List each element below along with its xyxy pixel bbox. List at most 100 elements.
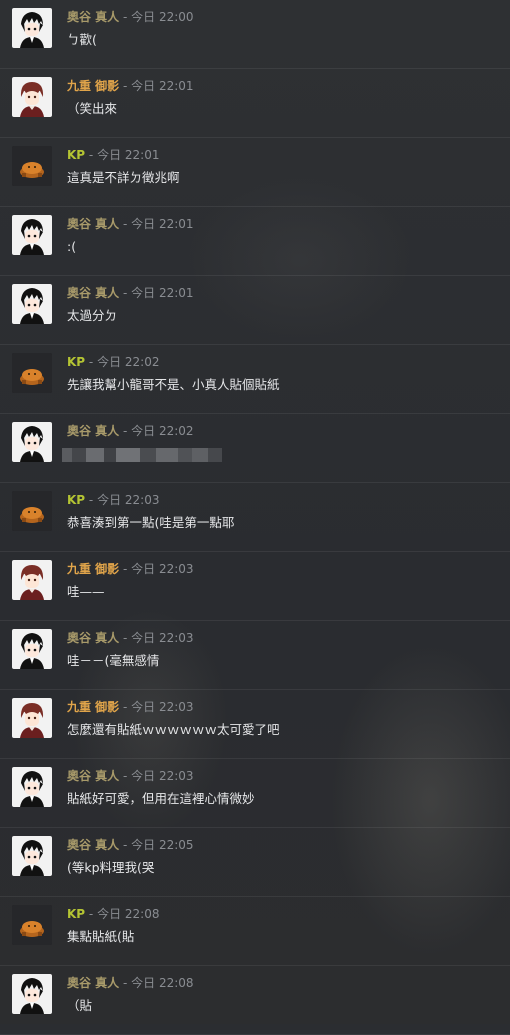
message-header: KP - 今日 22:08 <box>67 906 159 922</box>
timestamp: 今日 22:02 <box>131 424 194 438</box>
message-text: ㄅ歡( <box>67 32 97 47</box>
message-header: KP - 今日 22:02 <box>67 354 159 370</box>
avatar-kp[interactable] <box>12 491 52 531</box>
message-text: 恭喜湊到第一點(哇是第一點耶 <box>67 515 235 530</box>
message: 奧谷 真人 - 今日 22:05 (等kp料理我(哭 <box>0 828 510 897</box>
header-separator: - <box>119 769 132 783</box>
avatar-okutani[interactable] <box>12 767 52 807</box>
message: KP - 今日 22:08 集點貼紙(貼 <box>0 897 510 966</box>
message-text: 哇—— <box>67 584 105 599</box>
author-name[interactable]: 九重 御影 <box>67 79 119 93</box>
message-text: 怎麼還有貼紙ｗｗｗｗｗｗ太可愛了吧 <box>67 722 280 737</box>
message-header: 奧谷 真人 - 今日 22:00 <box>67 9 194 25</box>
message-header: 奧谷 真人 - 今日 22:03 <box>67 768 194 784</box>
author-name[interactable]: 奧谷 真人 <box>67 424 119 438</box>
message: 九重 御影 - 今日 22:03 哇—— <box>0 552 510 621</box>
header-separator: - <box>119 976 132 990</box>
author-name[interactable]: 奧谷 真人 <box>67 10 119 24</box>
timestamp: 今日 22:03 <box>131 562 194 576</box>
message-header: 奧谷 真人 - 今日 22:05 <box>67 837 194 853</box>
header-separator: - <box>119 631 132 645</box>
blurred-sticker <box>62 448 222 462</box>
avatar-okutani[interactable] <box>12 974 52 1014</box>
message-header: KP - 今日 22:03 <box>67 492 159 508</box>
header-separator: - <box>119 700 132 714</box>
timestamp: 今日 22:03 <box>97 493 160 507</box>
message: 奧谷 真人 - 今日 22:01 :( <box>0 207 510 276</box>
avatar-kp[interactable] <box>12 905 52 945</box>
avatar-okutani[interactable] <box>12 422 52 462</box>
message: KP - 今日 22:03 恭喜湊到第一點(哇是第一點耶 <box>0 483 510 552</box>
message-text: 哇－－(毫無感情 <box>67 653 160 668</box>
author-name[interactable]: KP <box>67 148 85 162</box>
avatar-okutani[interactable] <box>12 629 52 669</box>
avatar-okutani[interactable] <box>12 215 52 255</box>
header-separator: - <box>85 148 98 162</box>
timestamp: 今日 22:01 <box>97 148 160 162</box>
header-separator: - <box>119 562 132 576</box>
timestamp: 今日 22:00 <box>131 10 194 24</box>
header-separator: - <box>119 424 132 438</box>
message-text: （笑出來 <box>67 101 118 116</box>
timestamp: 今日 22:08 <box>131 976 194 990</box>
message: 奧谷 真人 - 今日 22:00 ㄅ歡( <box>0 0 510 69</box>
message-header: 九重 御影 - 今日 22:03 <box>67 699 194 715</box>
message-text: 集點貼紙(貼 <box>67 929 135 944</box>
author-name[interactable]: 奧谷 真人 <box>67 286 119 300</box>
timestamp: 今日 22:01 <box>131 217 194 231</box>
message-header: 奧谷 真人 - 今日 22:01 <box>67 285 194 301</box>
author-name[interactable]: 奧谷 真人 <box>67 838 119 852</box>
message-text: 太過分ㄉ <box>67 308 118 323</box>
message-header: 奧谷 真人 - 今日 22:01 <box>67 216 194 232</box>
message-text: :( <box>67 239 77 254</box>
header-separator: - <box>119 838 132 852</box>
author-name[interactable]: KP <box>67 355 85 369</box>
avatar-okutani[interactable] <box>12 8 52 48</box>
message-text: 這真是不詳ㄉ徵兆啊 <box>67 170 180 185</box>
author-name[interactable]: 奧谷 真人 <box>67 769 119 783</box>
avatar-kokonoe[interactable] <box>12 560 52 600</box>
timestamp: 今日 22:03 <box>131 769 194 783</box>
message-text: 先讓我幫小龍哥不是、小真人貼個貼紙 <box>67 377 280 392</box>
header-separator: - <box>85 355 98 369</box>
message: 奧谷 真人 - 今日 22:01 太過分ㄉ <box>0 276 510 345</box>
author-name[interactable]: 奧谷 真人 <box>67 631 119 645</box>
message-header: KP - 今日 22:01 <box>67 147 159 163</box>
avatar-kp[interactable] <box>12 353 52 393</box>
message-header: 奧谷 真人 - 今日 22:02 <box>67 423 194 439</box>
avatar-okutani[interactable] <box>12 284 52 324</box>
message-header: 九重 御影 - 今日 22:01 <box>67 78 194 94</box>
avatar-kp[interactable] <box>12 146 52 186</box>
avatar-okutani[interactable] <box>12 836 52 876</box>
header-separator: - <box>85 493 98 507</box>
header-separator: - <box>119 286 132 300</box>
author-name[interactable]: 奧谷 真人 <box>67 217 119 231</box>
message-text: （貼 <box>67 998 93 1013</box>
message: 九重 御影 - 今日 22:01 （笑出來 <box>0 69 510 138</box>
author-name[interactable]: 九重 御影 <box>67 562 119 576</box>
message-header: 奧谷 真人 - 今日 22:08 <box>67 975 194 991</box>
chat-log: 奧谷 真人 - 今日 22:00 ㄅ歡( 九重 御影 - 今日 22:01 （笑… <box>0 0 510 1035</box>
header-separator: - <box>119 217 132 231</box>
timestamp: 今日 22:08 <box>97 907 160 921</box>
message-header: 奧谷 真人 - 今日 22:03 <box>67 630 194 646</box>
author-name[interactable]: 奧谷 真人 <box>67 976 119 990</box>
timestamp: 今日 22:02 <box>97 355 160 369</box>
message-text: 貼紙好可愛，但用在這裡心情微妙 <box>67 791 255 806</box>
timestamp: 今日 22:01 <box>131 79 194 93</box>
timestamp: 今日 22:03 <box>131 631 194 645</box>
timestamp: 今日 22:05 <box>131 838 194 852</box>
author-name[interactable]: KP <box>67 907 85 921</box>
message: KP - 今日 22:01 這真是不詳ㄉ徵兆啊 <box>0 138 510 207</box>
author-name[interactable]: KP <box>67 493 85 507</box>
header-separator: - <box>85 907 98 921</box>
header-separator: - <box>119 79 132 93</box>
timestamp: 今日 22:01 <box>131 286 194 300</box>
timestamp: 今日 22:03 <box>131 700 194 714</box>
message: KP - 今日 22:02 先讓我幫小龍哥不是、小真人貼個貼紙 <box>0 345 510 414</box>
header-separator: - <box>119 10 132 24</box>
message: 奧谷 真人 - 今日 22:03 貼紙好可愛，但用在這裡心情微妙 <box>0 759 510 828</box>
author-name[interactable]: 九重 御影 <box>67 700 119 714</box>
avatar-kokonoe[interactable] <box>12 77 52 117</box>
avatar-kokonoe[interactable] <box>12 698 52 738</box>
